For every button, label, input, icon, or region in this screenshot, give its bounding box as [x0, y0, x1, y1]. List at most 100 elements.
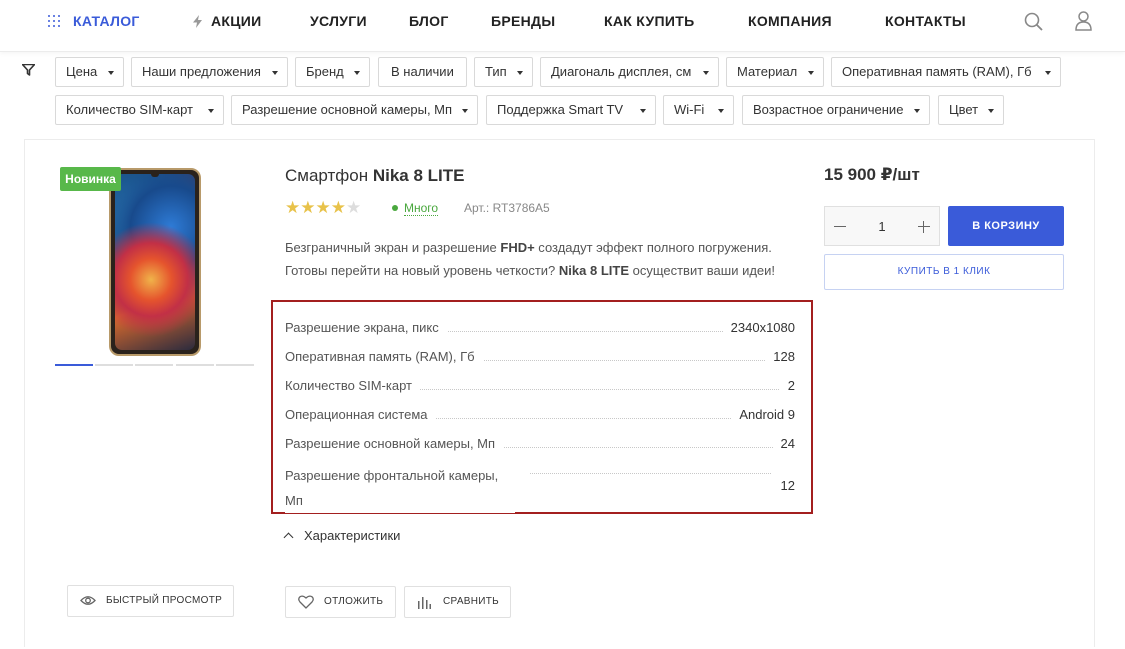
- new-badge: Новинка: [60, 167, 121, 191]
- nav-item-sales[interactable]: АКЦИИ: [211, 13, 262, 29]
- caret-down-icon: [517, 71, 523, 75]
- stock-status[interactable]: Много: [392, 200, 439, 216]
- grid-icon: [48, 15, 60, 27]
- rating-stars: ★★★★★: [285, 198, 361, 218]
- caret-down-icon: [640, 109, 646, 113]
- filter-chip-price[interactable]: Цена: [55, 57, 124, 87]
- filter-chip-ram[interactable]: Оперативная память (RAM), Гб: [831, 57, 1061, 87]
- specs-table: Разрешение экрана, пикс 2340x1080 Операти…: [271, 300, 813, 514]
- phone-screen: [115, 174, 195, 350]
- caret-down-icon: [208, 109, 214, 113]
- quick-view-label: БЫСТРЫЙ ПРОСМОТР: [106, 595, 223, 606]
- phone-notch: [151, 173, 159, 177]
- filter-chip-material[interactable]: Материал: [726, 57, 824, 87]
- filter-chip-diagonal[interactable]: Диагональ дисплея, см: [540, 57, 719, 87]
- filter-chip-label: Цена: [66, 64, 98, 79]
- product-title[interactable]: Смартфон Nika 8 LITE: [285, 166, 464, 186]
- description-line: Безграничный экран и разрешение FHD+ соз…: [285, 240, 772, 255]
- filter-chip-label: Материал: [737, 64, 798, 79]
- caret-down-icon: [108, 71, 114, 75]
- price: 15 900 ₽/шт: [824, 165, 920, 184]
- stock-dot-icon: [392, 205, 398, 211]
- filter-chip-label: Бренд: [306, 64, 344, 79]
- characteristics-toggle[interactable]: Характеристики: [283, 527, 401, 545]
- filter-chip-wifi[interactable]: Wi-Fi: [663, 95, 734, 125]
- compare-icon: [418, 597, 431, 609]
- compare-button[interactable]: СРАВНИТЬ: [404, 586, 511, 618]
- quantity-stepper: 1: [824, 206, 940, 246]
- description-line: Готовы перейти на новый уровень четкости…: [285, 263, 776, 278]
- add-to-cart-button[interactable]: В КОРЗИНУ: [948, 206, 1064, 246]
- star-icon: ★: [315, 198, 331, 217]
- stock-label: Много: [404, 201, 439, 216]
- sku: Арт.: RT3786A5: [464, 201, 550, 215]
- filter-icon[interactable]: [22, 64, 35, 76]
- postpone-label: ОТЛОЖИТЬ: [324, 596, 384, 607]
- star-icon: ★: [330, 198, 346, 217]
- caret-down-icon: [703, 71, 709, 75]
- spec-key: Разрешение основной камеры, Мп: [285, 435, 504, 453]
- star-empty-icon: ★: [346, 198, 362, 217]
- filter-chip-color[interactable]: Цвет: [938, 95, 1004, 125]
- spec-row: Разрешение фронтальной камеры, Мп 12: [285, 463, 795, 513]
- filter-chip-label: Цвет: [949, 102, 979, 117]
- gallery-indicator[interactable]: [176, 364, 214, 366]
- plus-icon-vertical[interactable]: [923, 221, 924, 233]
- filter-chip-offers[interactable]: Наши предложения: [131, 57, 288, 87]
- search-icon[interactable]: [1024, 12, 1043, 31]
- nav-item-catalog[interactable]: КАТАЛОГ: [73, 13, 140, 29]
- quantity-input[interactable]: 1: [863, 218, 901, 236]
- filter-chip-label: Наши предложения: [142, 64, 261, 79]
- product-image[interactable]: [109, 168, 201, 356]
- caret-down-icon: [914, 109, 920, 113]
- filter-chip-type[interactable]: Тип: [474, 57, 533, 87]
- filter-chip-label: Wi-Fi: [674, 102, 705, 117]
- nav-item-brands[interactable]: БРЕНДЫ: [491, 13, 555, 29]
- spec-key: Разрешение экрана, пикс: [285, 319, 447, 337]
- star-icon: ★: [300, 198, 316, 217]
- spec-value: 2: [779, 377, 795, 395]
- product-description: Безграничный экран и разрешение FHD+ соз…: [285, 236, 795, 282]
- filter-chip-label: Диагональ дисплея, см: [551, 64, 692, 79]
- buy-one-click-button[interactable]: КУПИТЬ В 1 КЛИК: [824, 254, 1064, 290]
- filter-chip-in-stock[interactable]: В наличии: [378, 57, 467, 87]
- nav-item-company[interactable]: КОМПАНИЯ: [748, 13, 832, 29]
- filter-chip-label: Тип: [485, 64, 507, 79]
- star-icon: ★: [285, 198, 301, 217]
- user-icon[interactable]: [1075, 11, 1092, 31]
- minus-icon[interactable]: [834, 226, 846, 227]
- nav-item-blog[interactable]: БЛОГ: [409, 13, 449, 29]
- quick-view-button[interactable]: БЫСТРЫЙ ПРОСМОТР: [67, 585, 234, 617]
- bolt-icon: [193, 15, 202, 28]
- spec-value: 12: [772, 477, 795, 495]
- gallery-indicator[interactable]: [55, 364, 93, 366]
- filter-chip-label: Возрастное ограничение: [753, 102, 904, 117]
- plus-icon[interactable]: [918, 226, 930, 227]
- caret-down-icon: [808, 71, 814, 75]
- filter-chip-age-limit[interactable]: Возрастное ограничение: [742, 95, 930, 125]
- filter-chip-smart-tv[interactable]: Поддержка Smart TV: [486, 95, 656, 125]
- caret-down-icon: [1045, 71, 1051, 75]
- filter-chip-label: Оперативная память (RAM), Гб: [842, 64, 1032, 79]
- nav-item-how-to-buy[interactable]: КАК КУПИТЬ: [604, 13, 694, 29]
- filter-chip-main-camera[interactable]: Разрешение основной камеры, Мп: [231, 95, 478, 125]
- postpone-button[interactable]: ОТЛОЖИТЬ: [285, 586, 396, 618]
- gallery-indicator[interactable]: [135, 364, 173, 366]
- heart-icon: [298, 595, 314, 609]
- characteristics-label: Характеристики: [304, 528, 401, 543]
- filter-chip-sim-count[interactable]: Количество SIM-карт: [55, 95, 224, 125]
- caret-down-icon: [988, 109, 994, 113]
- gallery-indicator[interactable]: [95, 364, 133, 366]
- gallery-indicator[interactable]: [216, 364, 254, 366]
- filter-chip-label: Разрешение основной камеры, Мп: [242, 102, 453, 117]
- filter-chip-label: В наличии: [391, 64, 454, 79]
- nav-item-contacts[interactable]: КОНТАКТЫ: [885, 13, 966, 29]
- filter-chip-brand[interactable]: Бренд: [295, 57, 370, 87]
- spec-value: Android 9: [731, 406, 795, 424]
- eye-icon: [80, 596, 96, 605]
- filter-chip-label: Количество SIM-карт: [66, 102, 193, 117]
- caret-down-icon: [718, 109, 724, 113]
- nav-item-services[interactable]: УСЛУГИ: [310, 13, 367, 29]
- spec-key: Разрешение фронтальной камеры, Мп: [285, 463, 515, 513]
- caret-down-icon: [354, 71, 360, 75]
